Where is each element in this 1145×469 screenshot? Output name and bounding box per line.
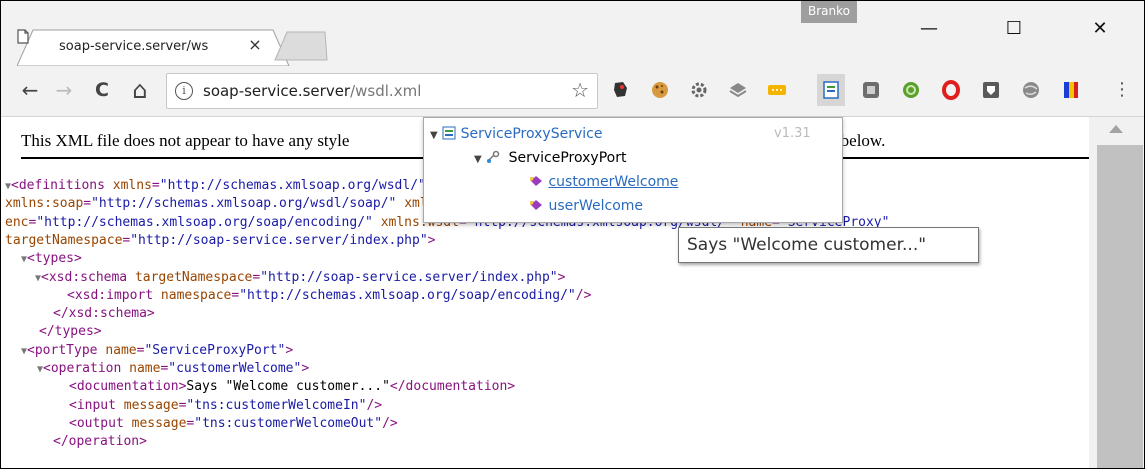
address-bar[interactable]: i soap-service.server/wsdl.xml ☆ bbox=[166, 73, 598, 109]
operation-link-customerwelcome[interactable]: customerWelcome bbox=[548, 174, 678, 190]
service-name[interactable]: ServiceProxyService bbox=[461, 126, 603, 142]
url-path: /wsdl.xml bbox=[350, 82, 422, 100]
reload-icon[interactable]: C bbox=[89, 77, 115, 103]
xml-line: ▼<types> bbox=[21, 250, 82, 268]
cookie-icon[interactable] bbox=[650, 80, 670, 100]
xml-line: targetNamespace="http://soap-service.ser… bbox=[5, 232, 435, 249]
browser-window: soap-service.server/wsdl.xml × Branko — … bbox=[0, 0, 1145, 469]
xml-line: <output message="tns:customerWelcomeOut"… bbox=[69, 415, 398, 432]
xml-line: </xsd:schema> bbox=[53, 305, 155, 322]
profile-badge[interactable]: Branko bbox=[801, 1, 857, 23]
service-icon bbox=[442, 126, 456, 140]
new-tab-button[interactable] bbox=[273, 31, 329, 61]
xml-line: ▼<operation name="customerWelcome"> bbox=[37, 360, 309, 378]
xml-line-text: <types> bbox=[27, 251, 82, 267]
xml-line-text: targetNamespace="http://soap-service.ser… bbox=[5, 232, 436, 248]
xml-line-text: <input message="tns:customerWelcomeIn"/> bbox=[69, 397, 383, 413]
maximize-button[interactable]: ☐ bbox=[991, 9, 1037, 49]
xml-line-text: <operation name="customerWelcome"> bbox=[43, 361, 310, 376]
browser-toolbar: ← → C ⌂ i soap-service.server/wsdl.xml ☆ bbox=[1, 66, 1144, 117]
port-row[interactable]: ▼ ServiceProxyPort bbox=[474, 150, 626, 166]
back-icon[interactable]: ← bbox=[17, 77, 43, 103]
xml-line-text: </operation> bbox=[53, 434, 147, 450]
tab-title: soap-service.server/wsdl.xml bbox=[59, 39, 209, 54]
scroll-up-arrow-icon[interactable] bbox=[1109, 125, 1123, 133]
tab-close-icon[interactable]: × bbox=[245, 35, 265, 54]
globe-icon[interactable] bbox=[1021, 80, 1041, 100]
bookmark-star-icon[interactable]: ☆ bbox=[571, 78, 589, 102]
operation-row-customerwelcome[interactable]: customerWelcome bbox=[530, 174, 678, 190]
url-text[interactable]: soap-service.server/wsdl.xml bbox=[203, 82, 421, 100]
operation-icon bbox=[530, 176, 542, 186]
opera-icon[interactable] bbox=[941, 80, 961, 100]
page-icon bbox=[17, 29, 29, 44]
xml-line-text: </types> bbox=[39, 324, 102, 340]
expand-triangle-icon[interactable]: ▼ bbox=[430, 130, 438, 141]
green-circle-icon[interactable] bbox=[901, 80, 921, 100]
minimize-button[interactable]: — bbox=[906, 9, 952, 49]
xml-line-text: <documentation>Says "Welcome customer...… bbox=[69, 379, 516, 395]
tooltip: Says "Welcome customer..." bbox=[678, 227, 979, 263]
home-icon[interactable]: ⌂ bbox=[127, 77, 153, 103]
square-icon[interactable] bbox=[861, 80, 881, 100]
browser-menu-icon[interactable]: ⋮ bbox=[1113, 77, 1131, 103]
layers-icon[interactable] bbox=[728, 80, 748, 100]
xml-line-text: <xsd:import namespace="http://schemas.xm… bbox=[67, 287, 592, 303]
xml-line: </operation> bbox=[53, 433, 147, 450]
xml-line: <documentation>Says "Welcome customer...… bbox=[69, 378, 515, 395]
tab-wsdl[interactable]: soap-service.server/wsdl.xml × bbox=[17, 29, 290, 66]
operation-link-userwelcome[interactable]: userWelcome bbox=[548, 198, 643, 214]
xml-line-text: <xsd:schema targetNamespace="http://soap… bbox=[41, 269, 566, 285]
info-icon[interactable]: i bbox=[175, 82, 193, 100]
expand-triangle-icon[interactable]: ▼ bbox=[474, 154, 482, 165]
title-bar: soap-service.server/wsdl.xml × Branko — … bbox=[1, 1, 1144, 66]
gear-extension-icon[interactable] bbox=[689, 80, 709, 100]
xml-line: ▼<portType name="ServiceProxyPort"> bbox=[21, 342, 293, 360]
xml-line: </types> bbox=[39, 323, 102, 340]
shield-icon[interactable] bbox=[981, 80, 1001, 100]
xml-notice-visible: This XML file does not appear to have an… bbox=[21, 131, 350, 150]
port-name: ServiceProxyPort bbox=[508, 150, 627, 166]
xml-line: <xsd:import namespace="http://schemas.xm… bbox=[67, 287, 591, 304]
url-host: soap-service.server bbox=[203, 82, 351, 100]
service-row[interactable]: ▼ ServiceProxyService bbox=[430, 126, 602, 142]
xml-line-text: </xsd:schema> bbox=[53, 306, 155, 322]
wsdl-popup: ▼ ServiceProxyService v1.31 ▼ ServicePro… bbox=[423, 117, 843, 223]
port-icon bbox=[487, 150, 500, 163]
vertical-scrollbar[interactable] bbox=[1089, 117, 1144, 468]
xml-line-text: <output message="tns:customerWelcomeOut"… bbox=[69, 415, 398, 431]
xml-line: <input message="tns:customerWelcomeIn"/> bbox=[69, 397, 382, 414]
operation-row-userwelcome[interactable]: userWelcome bbox=[530, 198, 643, 214]
xml-line: ▼<xsd:schema targetNamespace="http://soa… bbox=[35, 269, 565, 287]
color-bars-icon[interactable] bbox=[1061, 80, 1081, 100]
yellow-dots-icon[interactable] bbox=[767, 80, 787, 100]
scroll-thumb[interactable] bbox=[1097, 145, 1143, 468]
operation-icon bbox=[530, 200, 542, 210]
wappalyzer-icon[interactable] bbox=[611, 80, 631, 100]
version-label: v1.31 bbox=[774, 126, 811, 141]
xml-line-text: <portType name="ServiceProxyPort"> bbox=[27, 342, 294, 358]
close-window-button[interactable]: ✕ bbox=[1077, 9, 1123, 49]
wsdl-wizard-icon[interactable] bbox=[817, 74, 845, 106]
forward-icon[interactable]: → bbox=[51, 77, 77, 103]
